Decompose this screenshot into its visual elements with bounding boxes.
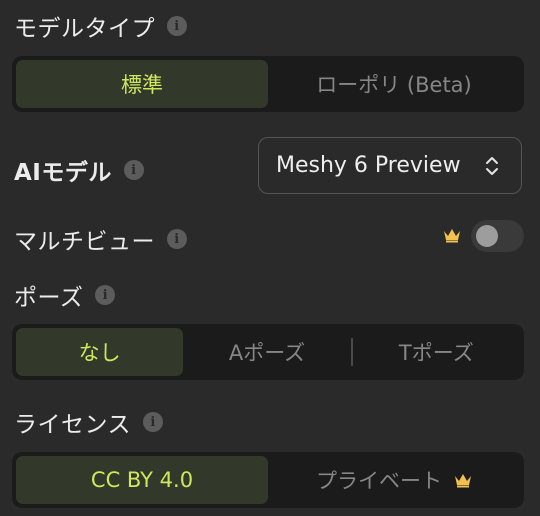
info-icon[interactable]: i xyxy=(167,16,187,36)
pose-option-none[interactable]: なし xyxy=(16,328,184,376)
toggle-knob xyxy=(476,225,498,247)
model-type-segmented-control: 標準 ローポリ (Beta) xyxy=(12,56,524,112)
chevron-up-down-icon xyxy=(486,156,498,175)
ai-model-label: AIモデル xyxy=(14,160,112,186)
license-segmented-control: CC BY 4.0 プライベート xyxy=(12,452,524,508)
info-icon[interactable]: i xyxy=(123,160,144,180)
crown-icon xyxy=(444,229,460,243)
multiview-label-row: マルチビュー i xyxy=(14,222,187,256)
model-type-label: モデルタイプ xyxy=(14,16,155,42)
license-label: ライセンス xyxy=(14,412,132,438)
pose-label-row: ポーズ i xyxy=(14,278,116,312)
ai-model-select[interactable]: Meshy 6 Preview xyxy=(258,137,522,194)
license-option-private[interactable]: プライベート xyxy=(268,456,520,504)
license-label-row: ライセンス i xyxy=(14,405,164,439)
pose-segmented-control: なし Aポーズ Tポーズ xyxy=(12,324,524,380)
multiview-label: マルチビュー xyxy=(14,229,155,255)
model-type-option-standard[interactable]: 標準 xyxy=(16,60,268,108)
license-option-private-label: プライベート xyxy=(316,469,442,493)
pose-label: ポーズ xyxy=(14,285,84,311)
pose-option-t-pose[interactable]: Tポーズ xyxy=(353,328,520,376)
model-type-label-row: モデルタイプ i xyxy=(14,9,187,43)
info-icon[interactable]: i xyxy=(167,229,187,249)
ai-model-value: Meshy 6 Preview xyxy=(276,153,461,178)
crown-icon xyxy=(455,473,471,487)
license-option-cc-by[interactable]: CC BY 4.0 xyxy=(16,456,268,504)
pose-option-a-pose[interactable]: Aポーズ xyxy=(183,328,350,376)
model-type-option-lowpoly[interactable]: ローポリ (Beta) xyxy=(268,60,520,108)
info-icon[interactable]: i xyxy=(143,412,164,432)
multiview-toggle[interactable] xyxy=(471,220,524,252)
ai-model-label-row: AIモデル i xyxy=(14,153,144,187)
info-icon[interactable]: i xyxy=(95,285,116,305)
